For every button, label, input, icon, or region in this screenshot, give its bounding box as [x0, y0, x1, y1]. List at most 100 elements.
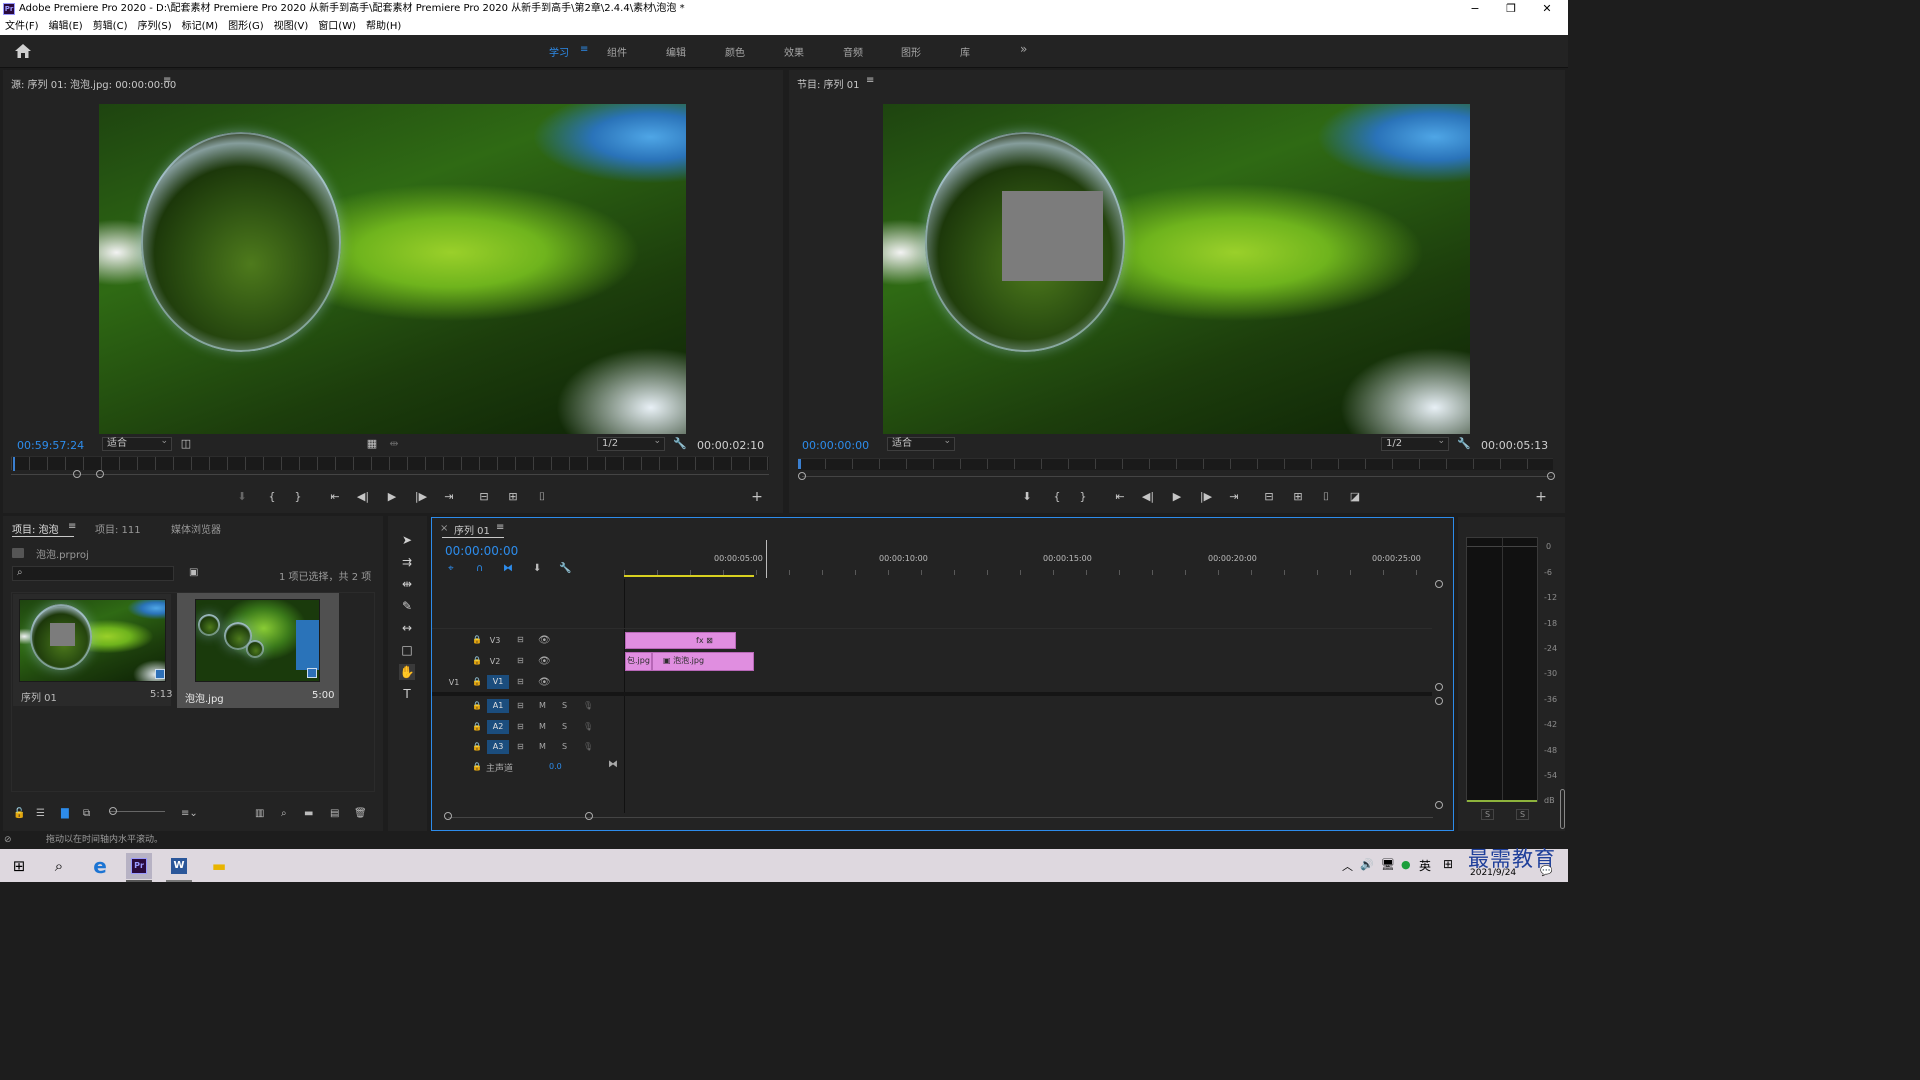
track-select-tool-icon[interactable]: ⇉ — [399, 554, 415, 570]
video-scroll-top-handle[interactable] — [1435, 580, 1443, 588]
volume-icon[interactable]: 🔊 — [1360, 858, 1374, 871]
project-tab-111[interactable]: 项目: 111 — [95, 521, 141, 536]
track-label-a2[interactable]: A2 — [487, 720, 509, 734]
source-zoom-select[interactable]: 适合 — [102, 435, 172, 451]
video-scroll-bottom-handle[interactable] — [1435, 683, 1443, 691]
clip-v3-graphic[interactable]: fx ⊠ — [625, 632, 736, 649]
source-zoom-handle-left[interactable] — [73, 470, 81, 478]
menu-window[interactable]: 窗口(W) — [313, 18, 361, 35]
lock-icon[interactable]: 🔓 — [13, 808, 25, 819]
source-settings-icon[interactable]: ◫ — [177, 437, 195, 451]
a2-lock-icon[interactable]: 🔒 — [472, 722, 482, 731]
program-step-back-icon[interactable]: ◀| — [1139, 490, 1157, 504]
gray-rectangle-graphic[interactable] — [1002, 191, 1103, 281]
clear-icon[interactable]: 🗑 — [354, 808, 367, 819]
project-search-input[interactable] — [12, 566, 174, 581]
source-patch-v1[interactable]: V1 — [446, 676, 462, 690]
source-playhead-timecode[interactable]: 00:59:57:24 — [17, 439, 84, 452]
source-step-forward-icon[interactable]: |▶ — [412, 490, 430, 504]
a1-mute-button[interactable]: M — [539, 701, 546, 710]
workspace-tab-libraries[interactable]: 库 — [960, 44, 970, 59]
new-bin-from-search-icon[interactable]: ▣ — [189, 567, 198, 578]
project-item-sequence[interactable]: 序列 01 5:13 — [13, 594, 172, 706]
network-icon[interactable]: 🖥 — [1381, 858, 1395, 871]
source-insert-icon[interactable]: ⊟ — [475, 490, 493, 504]
a1-voiceover-icon[interactable]: 🎙 — [583, 701, 593, 710]
source-mark-out-icon[interactable]: } — [289, 490, 307, 504]
v3-lock-icon[interactable]: 🔒 — [472, 635, 482, 644]
language-indicator[interactable]: 英 — [1419, 857, 1431, 874]
thumbnail-size-slider[interactable] — [109, 811, 165, 812]
meter-scroll-handle[interactable] — [1560, 789, 1565, 829]
ime-grid-icon[interactable]: ⊞ — [1443, 857, 1453, 871]
meter-solo-right-button[interactable]: S — [1516, 809, 1530, 820]
source-monitor-title[interactable]: 源: 序列 01: 泡泡.jpg: 00:00:00:00 — [11, 76, 176, 91]
source-panel-menu-icon[interactable]: ≡ — [163, 75, 171, 86]
a2-sync-lock-icon[interactable]: ⊟ — [517, 722, 524, 731]
new-item-icon[interactable]: ▤ — [330, 808, 339, 819]
source-export-frame-icon[interactable]: ⌷ — [533, 490, 551, 504]
program-video-frame[interactable] — [883, 104, 1470, 434]
rectangle-tool-icon[interactable]: □ — [399, 642, 415, 658]
thumbnail-size-handle[interactable] — [109, 807, 117, 815]
program-mark-out-icon[interactable]: } — [1074, 490, 1092, 504]
program-zoom-handle-left[interactable] — [798, 472, 806, 480]
source-play-icon[interactable]: ▶ — [383, 490, 401, 504]
source-wrench-icon[interactable]: 🔧 — [671, 437, 689, 451]
media-browser-tab[interactable]: 媒体浏览器 — [171, 521, 221, 536]
program-resolution-select[interactable]: 1/2 — [1381, 435, 1449, 451]
close-button[interactable]: ✕ — [1529, 0, 1565, 18]
sort-icons-icon[interactable]: ≡⌄ — [181, 808, 198, 819]
a3-sync-lock-icon[interactable]: ⊟ — [517, 742, 524, 751]
freeform-view-icon[interactable]: ⧉ — [83, 808, 90, 819]
program-go-to-out-icon[interactable]: ⇥ — [1225, 490, 1243, 504]
track-label-v3[interactable]: V3 — [487, 634, 503, 648]
timeline-horizontal-scrollbar[interactable] — [448, 817, 1433, 818]
icon-view-icon[interactable]: ▇ — [61, 808, 69, 819]
master-pan-icon[interactable]: ⧓ — [608, 759, 618, 770]
clip-v2-image[interactable]: ▣ 泡泡.jpg — [652, 652, 754, 671]
program-extract-icon[interactable]: ⊞ — [1289, 490, 1307, 504]
v2-eye-icon[interactable]: 👁 — [538, 656, 551, 667]
track-label-v1[interactable]: V1 — [487, 675, 509, 689]
timeline-panel-menu-icon[interactable]: ≡ — [496, 522, 504, 533]
input-method-icon[interactable]: ● — [1401, 858, 1411, 871]
program-playhead-timecode[interactable]: 00:00:00:00 — [802, 439, 869, 452]
a3-solo-button[interactable]: S — [562, 742, 567, 751]
source-go-to-out-icon[interactable]: ⇥ — [440, 490, 458, 504]
hand-tool-icon[interactable]: ✋ — [399, 664, 415, 680]
source-zoom-bar[interactable] — [11, 474, 769, 475]
v2-lock-icon[interactable]: 🔒 — [472, 656, 482, 665]
v2-sync-lock-icon[interactable]: ⊟ — [517, 656, 524, 665]
a1-lock-icon[interactable]: 🔒 — [472, 701, 482, 710]
v3-eye-icon[interactable]: 👁 — [538, 635, 551, 646]
word-taskbar-icon[interactable]: W — [166, 853, 192, 879]
v1-sync-lock-icon[interactable]: ⊟ — [517, 677, 524, 686]
ripple-edit-tool-icon[interactable]: ⇹ — [399, 576, 415, 592]
timeline-tab-sequence[interactable]: 序列 01 — [454, 522, 490, 537]
source-step-back-icon[interactable]: ◀| — [354, 490, 372, 504]
program-lift-icon[interactable]: ⊟ — [1260, 490, 1278, 504]
workspace-menu-icon[interactable]: ≡ — [580, 44, 588, 55]
source-time-ruler[interactable] — [11, 456, 769, 471]
automate-to-sequence-icon[interactable]: ▥ — [255, 808, 264, 819]
workspace-more-icon[interactable]: » — [1020, 42, 1027, 56]
workspace-tab-audio[interactable]: 音频 — [843, 44, 863, 59]
find-icon[interactable]: ⌕ — [281, 808, 287, 819]
show-hidden-icons-icon[interactable]: ︿ — [1342, 858, 1353, 874]
program-panel-menu-icon[interactable]: ≡ — [866, 75, 874, 86]
a2-voiceover-icon[interactable]: 🎙 — [583, 722, 593, 731]
program-zoom-handle-right[interactable] — [1547, 472, 1555, 480]
a3-mute-button[interactable]: M — [539, 742, 546, 751]
source-resolution-select[interactable]: 1/2 — [597, 435, 665, 451]
v1-lock-icon[interactable]: 🔒 — [472, 677, 482, 686]
v1-eye-icon[interactable]: 👁 — [538, 677, 551, 688]
program-time-ruler[interactable] — [798, 458, 1553, 470]
workspace-tab-graphics[interactable]: 图形 — [901, 44, 921, 59]
master-volume-value[interactable]: 0.0 — [549, 762, 562, 771]
audio-scroll-bottom-handle[interactable] — [1435, 801, 1443, 809]
menu-help[interactable]: 帮助(H) — [361, 18, 406, 35]
project-panel-menu-icon[interactable]: ≡ — [68, 521, 76, 532]
program-mark-in-icon[interactable]: { — [1048, 490, 1066, 504]
program-monitor-title[interactable]: 节目: 序列 01 — [797, 76, 859, 91]
